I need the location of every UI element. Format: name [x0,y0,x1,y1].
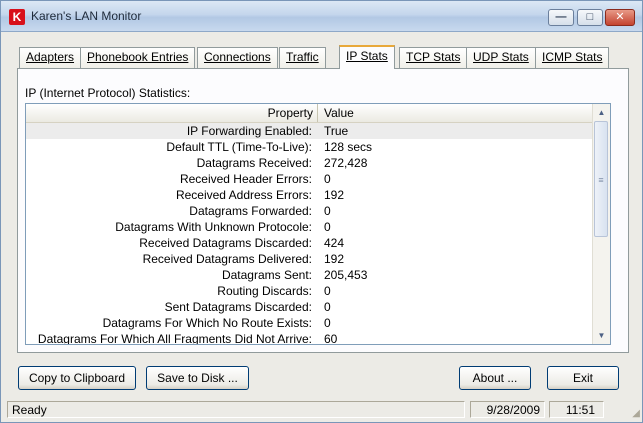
property-cell: Datagrams With Unknown Protocole: [115,220,312,234]
property-cell: Received Address Errors: [175,188,312,202]
table-row[interactable]: Datagrams For Which No Route Exists: 0 [26,315,593,331]
table-row[interactable]: Received Address Errors: 192 [26,187,593,203]
value-cell: 192 [324,252,345,266]
table-row[interactable]: Datagrams Received: 272,428 [26,155,593,171]
scroll-thumb[interactable]: ≡ [594,121,608,237]
stats-list[interactable]: Property Value IP Forwarding Enabled: Tru… [25,103,611,345]
tab-phonebook-entries[interactable]: Phonebook Entries [80,47,196,68]
tab-label: Phonebook Entries [87,50,189,64]
property-cell: Datagrams Received: [196,156,312,170]
save-to-disk-button[interactable]: Save to Disk ... [146,366,249,390]
property-cell: Datagrams For Which No Route Exists: [102,316,312,330]
property-cell: Datagrams Sent: [221,268,312,282]
value-cell: 424 [324,236,345,250]
tab-label: ICMP Stats [542,50,603,64]
close-button[interactable]: ✕ [605,9,635,26]
value-cell: 0 [324,284,331,298]
value-cell: 205,453 [324,268,368,282]
value-cell: 128 secs [324,140,373,154]
value-cell: 60 [324,332,338,345]
section-label: IP (Internet Protocol) Statistics: [25,86,191,100]
status-text: Ready [7,401,465,418]
exit-button[interactable]: Exit [547,366,619,390]
tab-label: Traffic [286,50,319,64]
tab-adapters[interactable]: Adapters [19,47,82,68]
scroll-grip-icon: ≡ [598,175,604,185]
property-cell: Routing Discards: [217,284,312,298]
scroll-down-icon[interactable]: ▼ [593,327,610,344]
tab-icmp-stats[interactable]: ICMP Stats [535,47,610,68]
tab-label: Connections [204,50,271,64]
property-cell: IP Forwarding Enabled: [186,124,312,138]
property-cell: Datagrams For Which All Fragments Did No… [37,332,312,345]
resize-grip-icon[interactable]: ◢ [628,408,640,420]
tab-label: IP Stats [346,49,388,63]
value-cell: 192 [324,188,345,202]
table-row[interactable]: IP Forwarding Enabled: True [26,123,593,139]
value-cell: 0 [324,220,331,234]
app-logo-icon: K [9,9,25,25]
property-cell: Default TTL (Time-To-Live): [166,140,312,154]
about-button[interactable]: About ... [459,366,531,390]
table-row[interactable]: Datagrams With Unknown Protocole: 0 [26,219,593,235]
window-title: Karen's LAN Monitor [31,9,142,23]
table-row[interactable]: Datagrams Forwarded: 0 [26,203,593,219]
column-header-value[interactable]: Value [318,104,593,122]
property-cell: Datagrams Forwarded: [189,204,312,218]
maximize-button[interactable]: □ [577,9,603,26]
value-cell: 0 [324,316,331,330]
tab-connections[interactable]: Connections [197,47,278,68]
list-header: Property Value [26,104,593,123]
tab-traffic[interactable]: Traffic [279,47,326,68]
tab-label: UDP Stats [473,50,529,64]
value-cell: 0 [324,204,331,218]
tab-label: Adapters [26,50,75,64]
property-cell: Received Datagrams Discarded: [139,236,312,250]
value-cell: 0 [324,300,331,314]
table-row[interactable]: Received Datagrams Delivered: 192 [26,251,593,267]
value-cell: True [324,124,349,138]
table-row[interactable]: Received Header Errors: 0 [26,171,593,187]
minimize-button[interactable]: — [548,9,574,26]
table-row[interactable]: Datagrams For Which All Fragments Did No… [26,331,593,345]
app-window: K Karen's LAN Monitor — □ ✕ Adapters Pho… [0,0,643,423]
table-row[interactable]: Received Datagrams Discarded: 424 [26,235,593,251]
status-time: 11:51 [549,401,604,418]
table-row[interactable]: Routing Discards: 0 [26,283,593,299]
copy-to-clipboard-button[interactable]: Copy to Clipboard [18,366,136,390]
property-cell: Sent Datagrams Discarded: [164,300,312,314]
value-cell: 0 [324,172,331,186]
column-header-property[interactable]: Property [26,104,318,122]
scroll-up-icon[interactable]: ▲ [593,104,610,121]
status-bar: Ready 9/28/2009 11:51 ◢ [1,399,642,422]
table-row[interactable]: Default TTL (Time-To-Live): 128 secs [26,139,593,155]
property-cell: Received Datagrams Delivered: [142,252,312,266]
tab-label: TCP Stats [406,50,461,64]
tab-ip-stats[interactable]: IP Stats [339,45,395,69]
status-date: 9/28/2009 [470,401,545,418]
list-rows: IP Forwarding Enabled: True Default TTL (T… [26,123,593,345]
value-cell: 272,428 [324,156,368,170]
table-row[interactable]: Datagrams Sent: 205,453 [26,267,593,283]
property-cell: Received Header Errors: [179,172,312,186]
table-row[interactable]: Sent Datagrams Discarded: 0 [26,299,593,315]
title-bar[interactable]: K Karen's LAN Monitor — □ ✕ [1,1,642,32]
tab-tcp-stats[interactable]: TCP Stats [399,47,468,68]
tab-udp-stats[interactable]: UDP Stats [466,47,536,68]
vertical-scrollbar[interactable]: ▲ ≡ ▼ [592,104,610,344]
